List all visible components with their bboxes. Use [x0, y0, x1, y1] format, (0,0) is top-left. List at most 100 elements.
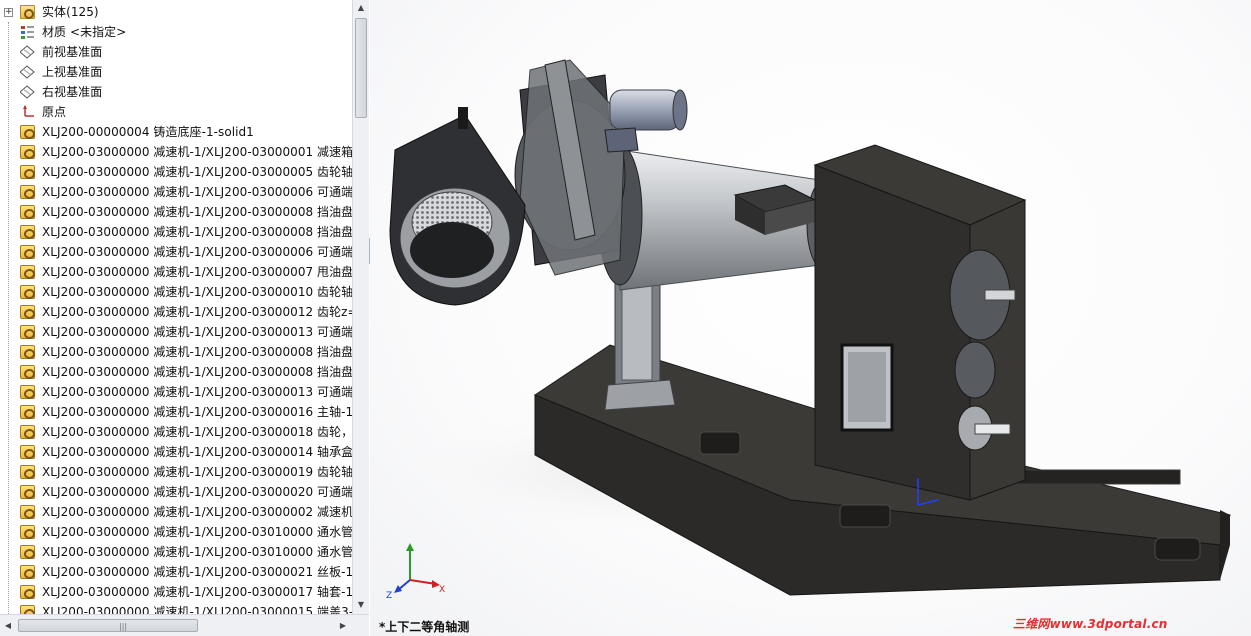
- tree-item-body[interactable]: XLJ200-03000000 减速机-1/XLJ200-03000020 可通…: [0, 482, 352, 502]
- part-body-icon: [20, 385, 35, 399]
- tree-item-body[interactable]: XLJ200-03000000 减速机-1/XLJ200-03000002 减速…: [0, 502, 352, 522]
- tree-item-label: XLJ200-03000000 减速机-1/XLJ200-03000008 挡油…: [42, 365, 352, 379]
- part-body-icon: [20, 225, 35, 239]
- part-body-icon: [20, 165, 35, 179]
- extruder-assembly-model: [380, 59, 1231, 596]
- tree-item-body[interactable]: XLJ200-03000000 减速机-1/XLJ200-03000013 可通…: [0, 382, 352, 402]
- tree-item-label: XLJ200-00000004 铸造底座-1-solid1: [42, 125, 254, 139]
- tree-item-label: XLJ200-03000000 减速机-1/XLJ200-03000013 可通…: [42, 385, 352, 399]
- part-body-icon: [20, 405, 35, 419]
- triad-z-label: Z: [386, 591, 392, 600]
- part-body-icon: [20, 545, 35, 559]
- part-body-icon: [20, 245, 35, 259]
- tree-item[interactable]: 上视基准面: [0, 62, 352, 82]
- tree-item-body[interactable]: XLJ200-03000000 减速机-1/XLJ200-03010000 通水…: [0, 522, 352, 542]
- die-head-bore: [410, 222, 494, 278]
- part-body-icon: [20, 345, 35, 359]
- feature-manager-tree: + 实体(125) 材质 <未指定> 前视基准面上视基准面右视基准面原点 XLJ200-…: [0, 0, 369, 636]
- part-body-icon: [20, 265, 35, 279]
- tree-item-label: XLJ200-03000000 减速机-1/XLJ200-03000021 丝板…: [42, 565, 352, 579]
- tree-item-label: XLJ200-03000000 减速机-1/XLJ200-03000014 轴承…: [42, 445, 352, 459]
- tree-item-body[interactable]: XLJ200-03000000 减速机-1/XLJ200-03000008 挡油…: [0, 362, 352, 382]
- base-pocket: [839, 504, 891, 528]
- tree-item-label: XLJ200-03000000 减速机-1/XLJ200-03000006 可通…: [42, 245, 352, 259]
- view-orientation-label: *上下二等角轴测: [379, 620, 470, 634]
- tree-item[interactable]: 右视基准面: [0, 82, 352, 102]
- tree-item-body[interactable]: XLJ200-03000000 减速机-1/XLJ200-03000014 轴承…: [0, 442, 352, 462]
- tree-item-body[interactable]: XLJ200-03000000 减速机-1/XLJ200-03000019 齿轮…: [0, 462, 352, 482]
- watermark-text: 三维网www.3dportal.cn: [1013, 617, 1168, 631]
- part-body-icon: [20, 445, 35, 459]
- tree-item-label: XLJ200-03000000 减速机-1/XLJ200-03000017 轴套…: [42, 585, 352, 599]
- tree-item-label: 上视基准面: [42, 65, 103, 79]
- part-body-icon: [20, 605, 35, 614]
- gearbox-cover-medium: [954, 341, 996, 399]
- scroll-up-arrow-icon[interactable]: ▲: [353, 0, 369, 16]
- tree-horizontal-scrollbar[interactable]: ◀ ||| ▶: [0, 614, 369, 636]
- tree-item-label: XLJ200-03000000 减速机-1/XLJ200-03010000 通水…: [42, 545, 352, 559]
- tree-item-label: 材质 <未指定>: [42, 25, 127, 39]
- horizontal-scroll-thumb[interactable]: |||: [18, 619, 198, 632]
- tree-item-label: XLJ200-03000000 减速机-1/XLJ200-03000008 挡油…: [42, 205, 352, 219]
- tree-item-label: XLJ200-03000000 减速机-1/XLJ200-03000001 减速…: [42, 145, 352, 159]
- part-body-icon: [20, 185, 35, 199]
- base-pocket: [1154, 537, 1201, 561]
- tree-item[interactable]: 原点: [0, 102, 352, 122]
- tree-item-body[interactable]: XLJ200-03000000 减速机-1/XLJ200-03000006 可通…: [0, 242, 352, 262]
- part-body-icon: [20, 305, 35, 319]
- die-clamp-handle: [458, 107, 468, 129]
- tree-item-body[interactable]: XLJ200-03000000 减速机-1/XLJ200-03000013 可通…: [0, 322, 352, 342]
- part-body-icon: [20, 145, 35, 159]
- tree-item-body[interactable]: XLJ200-03000000 减速机-1/XLJ200-03000008 挡油…: [0, 202, 352, 222]
- tree-item-label: XLJ200-03000000 减速机-1/XLJ200-03000010 齿轮…: [42, 285, 352, 299]
- tree-item-solid-bodies[interactable]: + 实体(125): [0, 2, 352, 22]
- part-body-icon: [20, 425, 35, 439]
- tree-item-label: XLJ200-03000000 减速机-1/XLJ200-03000016 主轴…: [42, 405, 352, 419]
- part-body-icon: [20, 485, 35, 499]
- tree-vertical-scrollbar[interactable]: ▲ ▼: [352, 0, 369, 614]
- expand-toggle-icon[interactable]: +: [4, 8, 13, 17]
- scroll-left-arrow-icon[interactable]: ◀: [0, 618, 16, 634]
- base-pocket: [699, 431, 741, 455]
- tree-item-label: XLJ200-03000000 减速机-1/XLJ200-03000008 挡油…: [42, 225, 352, 239]
- scroll-down-arrow-icon[interactable]: ▼: [353, 597, 369, 613]
- plane-icon: [20, 85, 35, 99]
- triad-y-label: Y: [405, 540, 412, 542]
- vertical-scroll-thumb[interactable]: [355, 18, 367, 118]
- input-shaft: [974, 423, 1011, 435]
- tree-item-body[interactable]: XLJ200-03000000 减速机-1/XLJ200-03000005 齿轮…: [0, 162, 352, 182]
- tree-item-body[interactable]: XLJ200-03000000 减速机-1/XLJ200-03000012 齿轮…: [0, 302, 352, 322]
- tree-item-body[interactable]: XLJ200-03000000 减速机-1/XLJ200-03000010 齿轮…: [0, 282, 352, 302]
- tree-item[interactable]: 前视基准面: [0, 42, 352, 62]
- tree-item-label: XLJ200-03000000 减速机-1/XLJ200-03000008 挡油…: [42, 345, 352, 359]
- tree-item-body[interactable]: XLJ200-00000004 铸造底座-1-solid1: [0, 122, 352, 142]
- scroll-right-arrow-icon[interactable]: ▶: [335, 618, 351, 634]
- tree-item-body[interactable]: XLJ200-03000000 减速机-1/XLJ200-03010000 通水…: [0, 542, 352, 562]
- tree-item-body[interactable]: XLJ200-03000000 减速机-1/XLJ200-03000017 轴套…: [0, 582, 352, 602]
- tree-item-body[interactable]: XLJ200-03000000 减速机-1/XLJ200-03000015 端盖…: [0, 602, 352, 614]
- part-body-icon: [20, 125, 35, 139]
- tree-item-label: XLJ200-03000000 减速机-1/XLJ200-03000002 减速…: [42, 505, 352, 519]
- plane-icon: [20, 65, 35, 79]
- tree-item-label: XLJ200-03000000 减速机-1/XLJ200-03000020 可通…: [42, 485, 352, 499]
- tree-item-label: 实体(125): [42, 5, 99, 19]
- support-foot: [604, 379, 676, 411]
- triad-x-label: X: [439, 585, 445, 595]
- graphics-viewport[interactable]: Y X Z *上下二等角轴测 三维网www.3dportal.cn: [370, 0, 1251, 636]
- tree-item-body[interactable]: XLJ200-03000000 减速机-1/XLJ200-03000008 挡油…: [0, 222, 352, 242]
- tree-item-label: 右视基准面: [42, 85, 103, 99]
- tree-item-body[interactable]: XLJ200-03000000 减速机-1/XLJ200-03000007 甩油…: [0, 262, 352, 282]
- tree-item-body[interactable]: XLJ200-03000000 减速机-1/XLJ200-03000008 挡油…: [0, 342, 352, 362]
- tree-item-body[interactable]: XLJ200-03000000 减速机-1/XLJ200-03000016 主轴…: [0, 402, 352, 422]
- tree-item[interactable]: 材质 <未指定>: [0, 22, 352, 42]
- tree-item-body[interactable]: XLJ200-03000000 减速机-1/XLJ200-03000018 齿轮…: [0, 422, 352, 442]
- tree-item-body[interactable]: XLJ200-03000000 减速机-1/XLJ200-03000001 减速…: [0, 142, 352, 162]
- gearbox-window-glass: [848, 352, 886, 422]
- tree-item-body[interactable]: XLJ200-03000000 减速机-1/XLJ200-03000006 可通…: [0, 182, 352, 202]
- tree-item-body[interactable]: XLJ200-03000000 减速机-1/XLJ200-03000021 丝板…: [0, 562, 352, 582]
- part-body-icon: [20, 505, 35, 519]
- reference-triad: Y X Z: [386, 540, 445, 600]
- part-body-icon: [20, 365, 35, 379]
- material-icon: [20, 25, 35, 39]
- part-body-icon: [20, 285, 35, 299]
